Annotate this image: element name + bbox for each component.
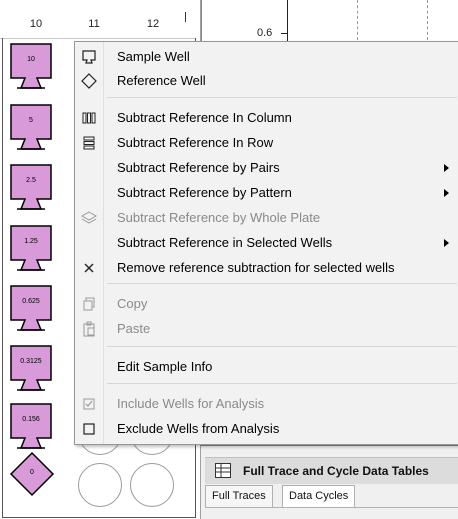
table-icon [215, 463, 231, 478]
menu-separator [107, 97, 457, 98]
menu-item-label: Subtract Reference by Whole Plate [117, 210, 321, 225]
context-menu: Sample Well Reference Well Subtract Refere… [74, 41, 458, 445]
sample-well[interactable]: 5 [9, 103, 53, 155]
tab-full-traces[interactable]: Full Traces [205, 485, 273, 508]
menu-item-label: Exclude Wells from Analysis [117, 421, 280, 436]
data-tables-panel-header: Full Trace and Cycle Data Tables [205, 457, 458, 484]
columns-icon [81, 110, 97, 126]
sample-well[interactable]: 0.625 [9, 284, 53, 336]
rows-icon [81, 135, 97, 151]
column-header-12[interactable]: 12 [133, 18, 173, 30]
sample-well-label: 2.5 [26, 177, 36, 184]
menu-item-label: Reference Well [117, 73, 206, 88]
menu-item-label: Edit Sample Info [117, 359, 213, 374]
well-empty[interactable] [130, 463, 174, 507]
sample-well-icon [10, 104, 52, 150]
menu-item-edit-sample-info[interactable]: Edit Sample Info [75, 355, 458, 379]
menu-item-paste: Paste [75, 317, 458, 341]
sample-well-icon [10, 345, 52, 391]
reference-well[interactable]: 0 [9, 451, 55, 497]
menu-item-subtract-reference-by-whole-plate: Subtract Reference by Whole Plate [75, 206, 458, 230]
sample-well-icon [10, 225, 52, 271]
menu-item-subtract-reference-by-pairs[interactable]: Subtract Reference by Pairs [75, 156, 458, 180]
menu-item-label: Remove reference subtraction for selecte… [117, 260, 395, 275]
sample-well[interactable]: 0.156 [9, 402, 53, 454]
empty-box-icon [81, 421, 97, 437]
column-header-10[interactable]: 10 [16, 18, 56, 30]
menu-item-reference-well[interactable]: Reference Well [75, 69, 458, 93]
menu-item-exclude-wells-from-analysis[interactable]: Exclude Wells from Analysis [75, 417, 458, 441]
well-empty[interactable] [78, 463, 122, 507]
menu-item-label: Subtract Reference In Row [117, 135, 274, 150]
sample-well-icon [81, 49, 97, 65]
column-header-11[interactable]: 11 [74, 18, 114, 30]
sample-well-icon [10, 285, 52, 331]
sample-well-label: 10 [27, 56, 35, 63]
menu-item-remove-reference-subtraction-for-selected-wells[interactable]: Remove reference subtraction for selecte… [75, 256, 458, 280]
sample-well-icon [10, 164, 52, 210]
menu-item-label: Subtract Reference by Pairs [117, 160, 280, 175]
sample-well-label: 5 [29, 117, 33, 124]
panel-title: Full Trace and Cycle Data Tables [243, 464, 429, 478]
sample-well[interactable]: 0.3125 [9, 344, 53, 396]
menu-item-label: Sample Well [117, 49, 190, 64]
sample-well-label: 0.156 [22, 416, 40, 423]
sample-well-label: 1.25 [24, 238, 38, 245]
x-icon [81, 260, 97, 276]
copy-icon [81, 296, 97, 312]
menu-item-subtract-reference-in-row[interactable]: Subtract Reference In Row [75, 131, 458, 155]
sample-well-icon [10, 403, 52, 449]
reference-well-label: 0 [30, 469, 34, 476]
menu-item-label: Include Wells for Analysis [117, 396, 265, 411]
grid-line [427, 0, 428, 40]
menu-item-sample-well[interactable]: Sample Well [75, 45, 458, 69]
menu-item-copy: Copy [75, 292, 458, 316]
menu-item-label: Subtract Reference in Selected Wells [117, 235, 333, 250]
grid-line [357, 0, 358, 40]
menu-separator [107, 383, 457, 384]
sample-well[interactable]: 10 [9, 42, 53, 94]
sample-well[interactable]: 1.25 [9, 224, 53, 276]
menu-item-subtract-reference-in-selected-wells[interactable]: Subtract Reference in Selected Wells [75, 231, 458, 255]
tab-baseline [205, 507, 458, 508]
menu-item-subtract-reference-in-column[interactable]: Subtract Reference In Column [75, 106, 458, 130]
menu-item-include-wells-for-analysis: Include Wells for Analysis [75, 392, 458, 416]
diamond-icon [81, 73, 97, 89]
menu-item-label: Subtract Reference by Pattern [117, 185, 292, 200]
submenu-arrow-icon [444, 164, 449, 172]
menu-item-subtract-reference-by-pattern[interactable]: Subtract Reference by Pattern [75, 181, 458, 205]
menu-item-label: Paste [117, 321, 151, 336]
menu-separator [107, 283, 457, 284]
layers-icon [80, 210, 98, 226]
tab-data-cycles[interactable]: Data Cycles [282, 485, 356, 508]
sample-well[interactable]: 2.5 [9, 163, 53, 215]
column-header-row: 10 11 12 [0, 0, 196, 39]
header-divider [185, 12, 186, 22]
sample-well-label: 0.625 [22, 298, 40, 305]
checked-box-icon [81, 396, 97, 412]
menu-item-label: Subtract Reference In Column [117, 110, 292, 125]
y-tick-label: 0.6 [257, 27, 273, 39]
menu-item-label: Copy [117, 296, 148, 311]
menu-separator [107, 346, 457, 347]
paste-icon [81, 321, 97, 337]
submenu-arrow-icon [444, 239, 449, 247]
sample-well-label: 0.3125 [20, 358, 42, 365]
sample-well-icon [10, 43, 52, 89]
submenu-arrow-icon [444, 189, 449, 197]
